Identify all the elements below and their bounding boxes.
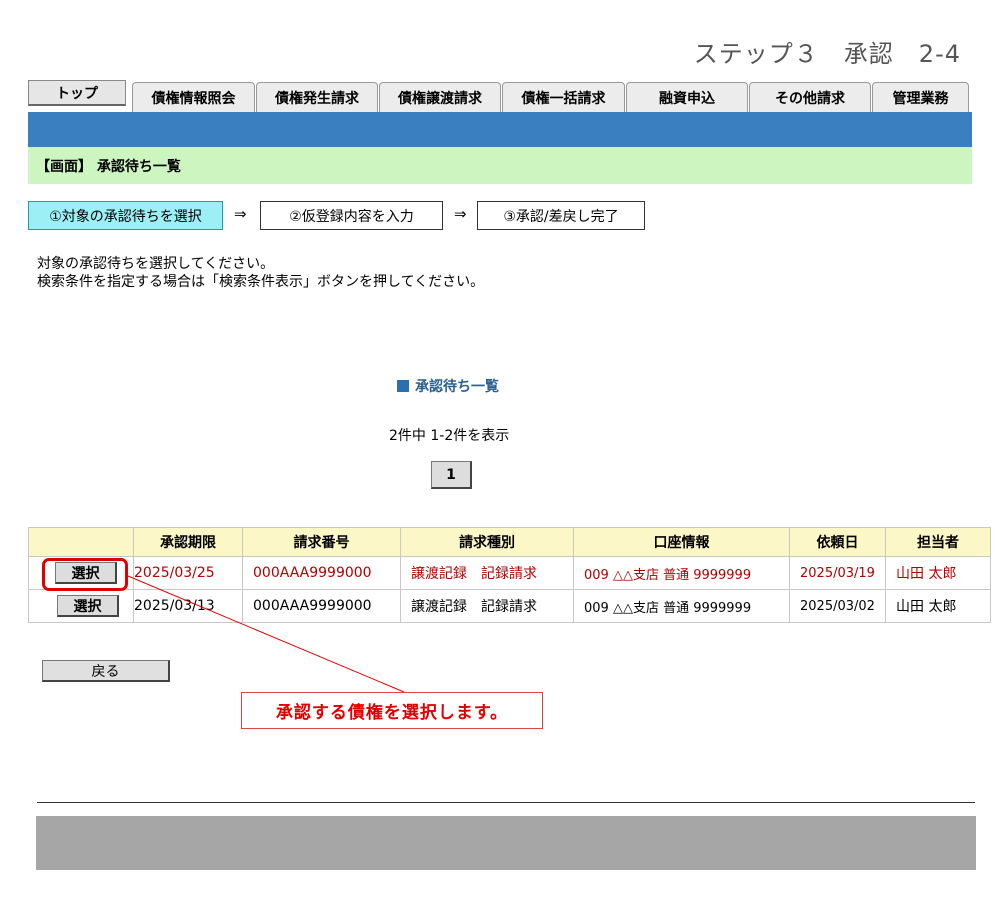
callout-text: 承認する債権を選択します。 xyxy=(241,692,543,729)
callout-leader-line xyxy=(127,575,405,693)
footer-bar xyxy=(36,816,976,870)
footer-divider xyxy=(37,802,975,803)
